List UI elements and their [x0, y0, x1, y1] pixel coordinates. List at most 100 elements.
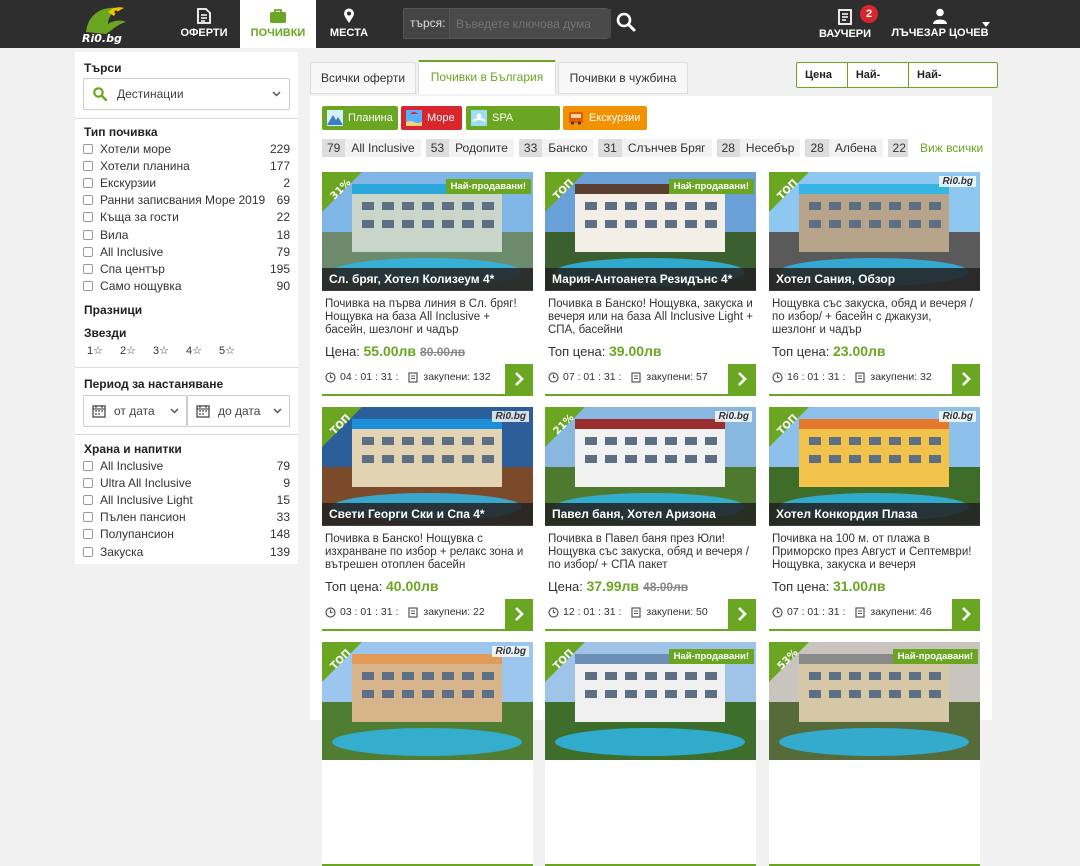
- offer-title[interactable]: Сл. бряг, Хотел Колизеум 4*: [322, 268, 533, 291]
- tag-link[interactable]: 33 Банско: [518, 139, 594, 157]
- offer-card[interactable]: 21% Ri0.bg Павел баня, Хотел Аризона Почивк…: [545, 407, 756, 631]
- vouchers-button[interactable]: ВАУЧЕРИ 2: [815, 0, 878, 48]
- discount-ribbon: ТОП: [545, 642, 585, 682]
- sort-price-button[interactable]: Цена ⌄: [797, 63, 848, 105]
- type-checkbox-row[interactable]: Само нощувка 90: [83, 278, 290, 295]
- food-checkbox-row[interactable]: Закуска 139: [83, 543, 290, 560]
- discount-ribbon: 21%: [545, 407, 585, 447]
- checkbox[interactable]: [83, 477, 93, 488]
- offer-card[interactable]: ТОП Ri0.bg Свети Георги Ски и Спа 4* Почивк…: [322, 407, 533, 631]
- offer-card[interactable]: ТОП Ri0.bg Хотел Сания, Обзор Нощувка със з…: [769, 172, 980, 396]
- category-spa-button[interactable]: SPA почивки: [466, 106, 560, 148]
- user-menu[interactable]: ЛЪЧЕЗАР ЦОЧЕВ: [890, 0, 990, 48]
- offer-image[interactable]: ТОП Най-продавани!: [545, 642, 756, 760]
- tag-label: Слънчев Бряг: [621, 139, 712, 157]
- type-checkbox-row[interactable]: Спа център 195: [83, 260, 290, 277]
- nav-offers[interactable]: ОФЕРТИ: [168, 0, 240, 48]
- offer-title[interactable]: Павел баня, Хотел Аризона: [545, 503, 756, 526]
- checkbox[interactable]: [83, 263, 93, 274]
- nav-holidays[interactable]: ПОЧИВКИ: [240, 0, 316, 48]
- sort-newest-button[interactable]: Най-нови: [848, 63, 910, 105]
- food-checkbox-row[interactable]: Пълен пансион 33: [83, 509, 290, 526]
- checkbox[interactable]: [83, 143, 93, 154]
- category-excursions-button[interactable]: Екскурзии: [563, 106, 647, 130]
- tab-all-offers[interactable]: Всички оферти: [310, 62, 416, 94]
- nav-places[interactable]: МЕСТА: [316, 0, 382, 48]
- checkbox[interactable]: [83, 546, 93, 557]
- star-filter-3[interactable]: 3☆: [153, 344, 169, 357]
- star-filter-1[interactable]: 1☆: [87, 344, 103, 357]
- checkbox[interactable]: [83, 177, 93, 188]
- tag-link[interactable]: 31 Слънчев Бряг: [598, 139, 712, 157]
- view-all-link[interactable]: Виж всички: [920, 139, 983, 157]
- checkbox[interactable]: [83, 460, 93, 471]
- rio-logo[interactable]: Ri0.bg: [78, 2, 130, 44]
- checkbox[interactable]: [83, 512, 93, 523]
- sort-group: Цена ⌄ Най-нови Най-продавани: [796, 62, 998, 105]
- offer-go-button[interactable]: [505, 364, 533, 394]
- star-filter-5[interactable]: 5☆: [219, 344, 235, 357]
- food-checkbox-row[interactable]: Ultra All Inclusive 9: [83, 474, 290, 491]
- offer-card[interactable]: 53% Най-продавани!: [769, 642, 980, 866]
- offer-go-button[interactable]: [728, 599, 756, 629]
- type-checkbox-row[interactable]: Вила 18: [83, 226, 290, 243]
- type-checkbox-row[interactable]: Ранни записвания Море 2019 69: [83, 192, 290, 209]
- food-checkbox-row[interactable]: All Inclusive 79: [83, 457, 290, 474]
- filter-count: 33: [276, 510, 290, 525]
- offer-go-button[interactable]: [952, 364, 980, 394]
- type-checkbox-row[interactable]: Екскурзии 2: [83, 174, 290, 191]
- offer-image[interactable]: 53% Най-продавани!: [769, 642, 980, 760]
- offer-card[interactable]: ТОП Ri0.bg Хотел Конкордия Плаза Почивка на…: [769, 407, 980, 631]
- category-mountain-button[interactable]: Планина: [322, 106, 398, 130]
- offer-title[interactable]: Хотел Сания, Обзор: [769, 268, 980, 291]
- star-filter-4[interactable]: 4☆: [186, 344, 202, 357]
- checkbox[interactable]: [83, 195, 93, 206]
- checkbox[interactable]: [83, 529, 93, 540]
- receipt-icon: [408, 371, 418, 383]
- type-checkbox-row[interactable]: Хотели море 229: [83, 140, 290, 157]
- checkbox[interactable]: [83, 246, 93, 257]
- clock-icon: [325, 371, 336, 383]
- offer-card[interactable]: ТОП Най-продавани! Мария-Антоанета Резидън…: [545, 172, 756, 396]
- offer-card[interactable]: ТОП Най-продавани!: [545, 642, 756, 866]
- tab-abroad[interactable]: Почивки в чужбина: [558, 62, 688, 94]
- checkbox[interactable]: [83, 229, 93, 240]
- tag-link[interactable]: 28 Несебър: [716, 139, 801, 157]
- type-checkbox-row[interactable]: Хотели планина 177: [83, 157, 290, 174]
- offer-go-button[interactable]: [505, 599, 533, 629]
- tag-link[interactable]: 53 Родопите: [425, 139, 514, 157]
- checkbox[interactable]: [83, 494, 93, 505]
- filter-label: Полупансион: [100, 527, 174, 542]
- offer-go-button[interactable]: [728, 364, 756, 394]
- offer-image[interactable]: ТОП Ri0.bg: [322, 642, 533, 760]
- destinations-select[interactable]: Дестинации: [83, 78, 290, 110]
- type-checkbox-row[interactable]: Къща за гости 22: [83, 209, 290, 226]
- checkbox[interactable]: [83, 281, 93, 292]
- offer-title[interactable]: Мария-Антоанета Резидънс 4*: [545, 268, 756, 291]
- type-checkbox-row[interactable]: All Inclusive 79: [83, 243, 290, 260]
- tag-link[interactable]: 79 All Inclusive: [322, 139, 421, 157]
- offer-card[interactable]: 31% Най-продавани! Сл. бряг, Хотел Колизеу…: [322, 172, 533, 396]
- tag-link[interactable]: 28 Албена: [805, 139, 883, 157]
- offer-card[interactable]: ТОП Ri0.bg: [322, 642, 533, 866]
- offer-go-button[interactable]: [952, 599, 980, 629]
- food-checkbox-row[interactable]: All Inclusive Light 15: [83, 491, 290, 508]
- date-to-picker[interactable]: до дата: [187, 395, 290, 427]
- destinations-label: Дестинации: [117, 87, 184, 101]
- star-filter-2[interactable]: 2☆: [120, 344, 136, 357]
- food-checkbox-row[interactable]: Полупансион 148: [83, 526, 290, 543]
- checkbox[interactable]: [83, 160, 93, 171]
- sort-bestsellers-button[interactable]: Най-продавани: [909, 63, 997, 105]
- search-icon: [93, 87, 107, 101]
- offer-title[interactable]: Хотел Конкордия Плаза: [769, 503, 980, 526]
- clock-icon: [325, 606, 336, 618]
- checkbox[interactable]: [83, 212, 93, 223]
- offer-title[interactable]: Свети Георги Ски и Спа 4*: [322, 503, 533, 526]
- tag-link[interactable]: 22Свети Влас: [887, 139, 908, 157]
- category-sea-button[interactable]: Море: [401, 106, 462, 130]
- tab-bulgaria[interactable]: Почивки в България: [418, 60, 556, 94]
- filter-count: 18: [276, 227, 290, 242]
- date-from-picker[interactable]: от дата: [83, 395, 187, 427]
- search-icon[interactable]: [616, 12, 636, 32]
- search-input[interactable]: [450, 9, 611, 38]
